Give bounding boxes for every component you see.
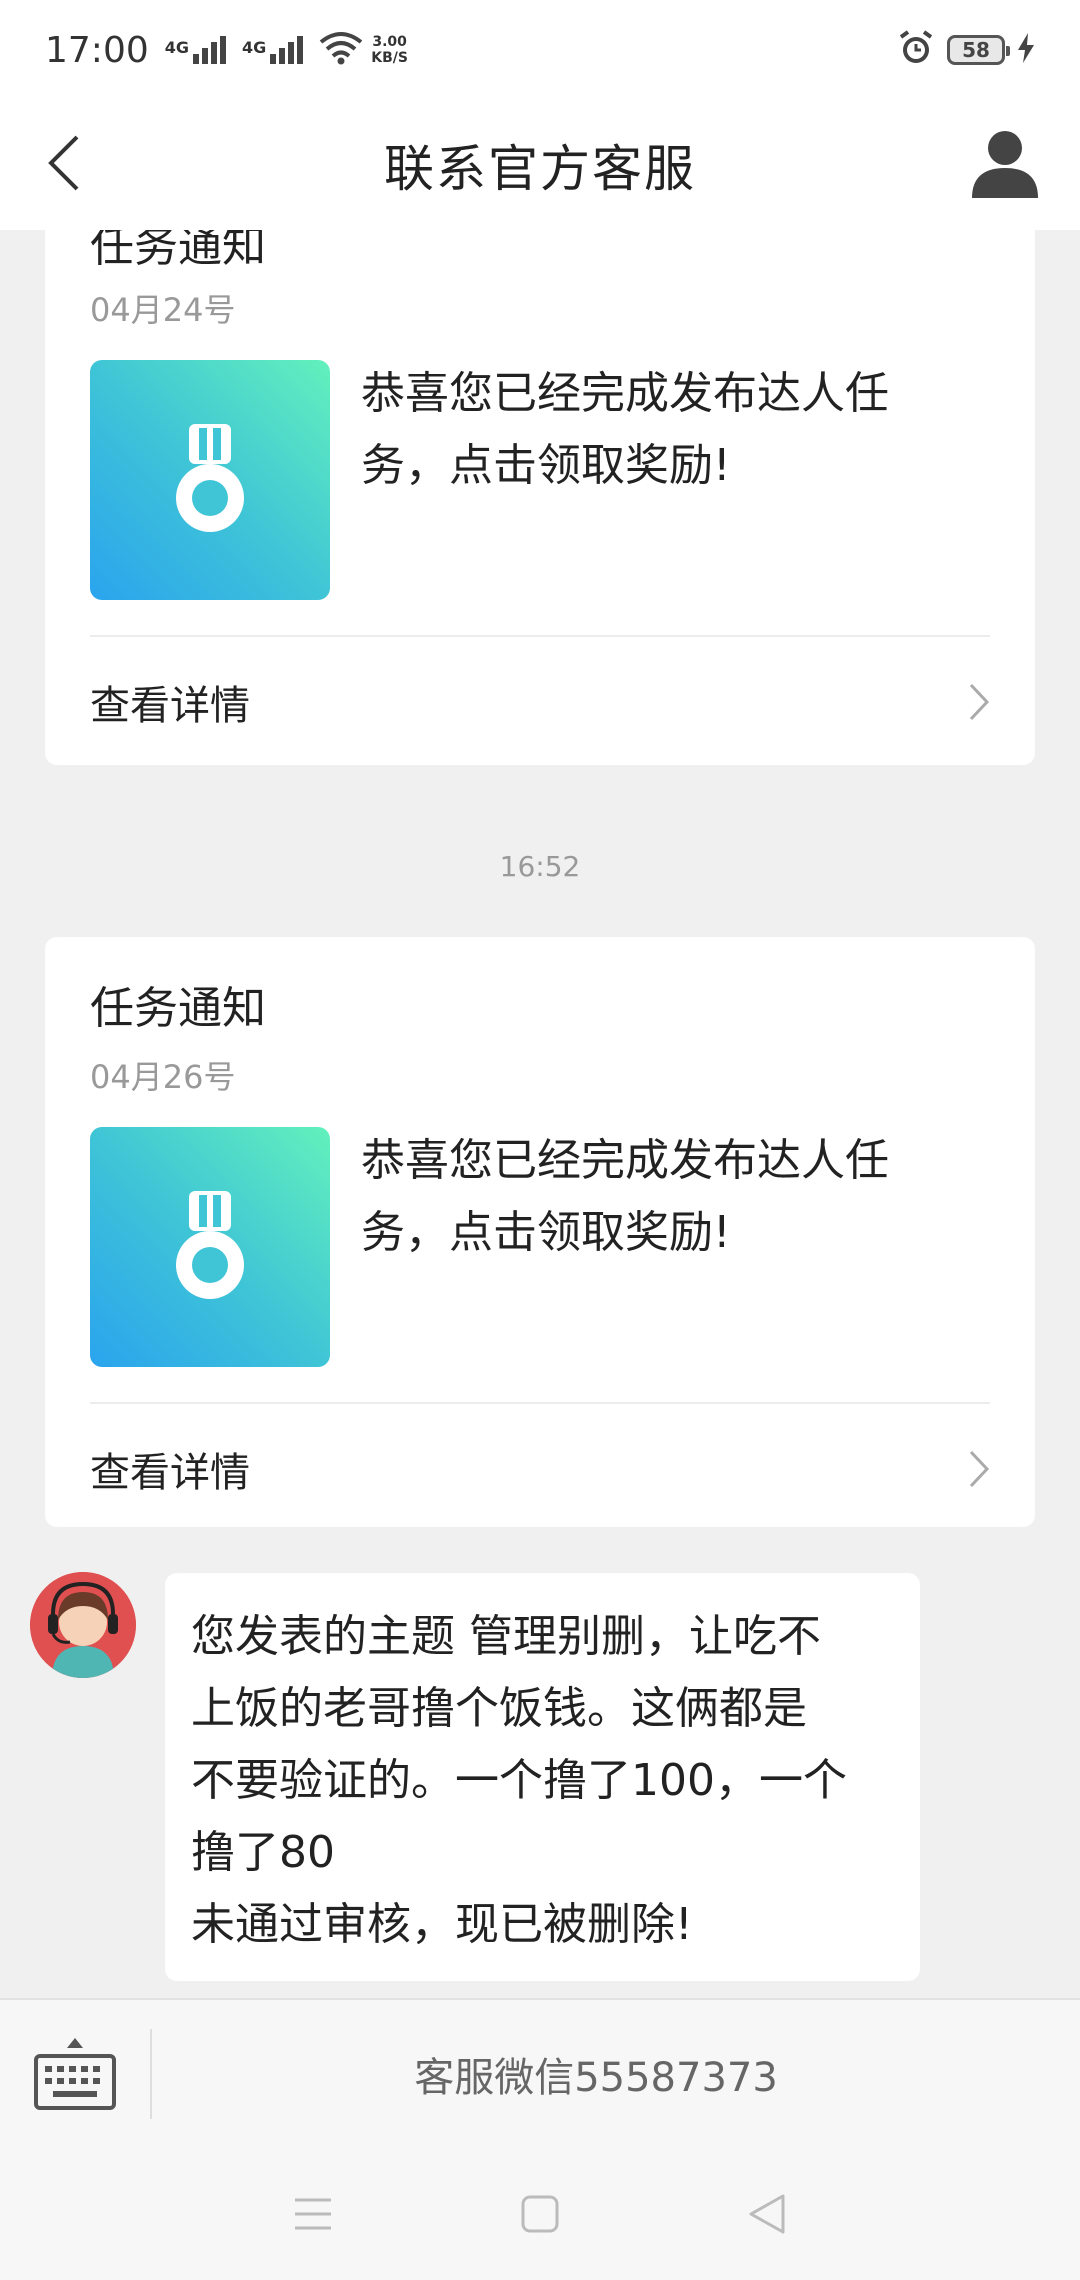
view-details-row[interactable]: 查看详情	[45, 637, 1035, 767]
task-notification-card[interactable]: 任务通知 04月26号 恭喜您已经完成发布达人任 务，点击领取奖励! 查看详情	[45, 937, 1035, 1527]
message-bubble[interactable]: 您发表的主题 管理别删，让吃不 上饭的老哥撸个饭钱。这俩都是 不要验证的。一个撸…	[165, 1573, 920, 1981]
nav-header: 联系官方客服	[0, 100, 1080, 230]
message-line: 撸了80	[191, 1827, 335, 1878]
medal-icon	[176, 1191, 244, 1299]
back-triangle-icon	[749, 2194, 785, 2234]
menu-icon	[295, 2198, 332, 2230]
net-speed: 3.00 KB/S	[371, 34, 408, 66]
card-desc-line: 恭喜您已经完成发布达人任	[361, 368, 889, 419]
message-line: 不要验证的。一个撸了100，一个	[191, 1755, 847, 1806]
card-desc-line: 务，点击领取奖励!	[361, 440, 731, 491]
message-line: 未通过审核，现已被删除!	[191, 1899, 693, 1950]
page-title: 联系官方客服	[384, 140, 696, 198]
chat-area[interactable]: 任务通知 04月24号 恭喜您已经完成发布达人任 务，点击领取奖励! 查看详情	[0, 230, 1080, 1998]
home-square-icon	[521, 2195, 559, 2233]
card-description: 恭喜您已经完成发布达人任 务，点击领取奖励!	[361, 1125, 981, 1269]
support-agent-icon	[30, 1572, 136, 1678]
card-date: 04月26号	[90, 1058, 236, 1096]
chevron-right-icon	[969, 1450, 990, 1488]
card-desc-line: 务，点击领取奖励!	[361, 1207, 731, 1258]
card-title: 任务通知	[90, 230, 266, 272]
signal-label: 4G	[164, 38, 190, 57]
card-thumbnail	[90, 360, 330, 600]
card-date: 04月24号	[90, 291, 236, 329]
view-details-label: 查看详情	[90, 1450, 250, 1496]
keyboard-toggle-button[interactable]	[0, 1999, 150, 2149]
nav-home-button[interactable]	[500, 2174, 580, 2254]
net-speed-unit: KB/S	[371, 50, 408, 66]
support-avatar[interactable]	[30, 1572, 136, 1678]
keyboard-icon	[34, 2038, 116, 2110]
card-desc-line: 恭喜您已经完成发布达人任	[361, 1135, 889, 1186]
time-divider: 16:52	[499, 850, 581, 883]
signal-icon: 4G	[164, 36, 227, 64]
wifi-icon	[319, 31, 363, 69]
system-nav-bar	[0, 2148, 1080, 2280]
charging-icon	[1017, 33, 1035, 67]
card-thumbnail	[90, 1127, 330, 1367]
message-line: 上饭的老哥撸个饭钱。这俩都是	[191, 1683, 807, 1734]
user-icon	[972, 131, 1038, 198]
chevron-right-icon	[969, 683, 990, 721]
signal-icon: 4G	[242, 36, 304, 64]
medal-icon	[176, 424, 244, 532]
profile-button[interactable]	[960, 118, 1050, 208]
chevron-left-icon	[48, 135, 79, 191]
nav-back-button[interactable]	[727, 2174, 807, 2254]
status-bar: 17:00 4G 4G 3.00 KB/S 58	[0, 0, 1080, 100]
back-button[interactable]	[28, 128, 98, 198]
alarm-icon	[897, 29, 935, 71]
signal-label: 4G	[242, 38, 267, 57]
net-speed-value: 3.00	[372, 34, 407, 50]
view-details-row[interactable]: 查看详情	[45, 1404, 1035, 1534]
card-title: 任务通知	[90, 983, 266, 1034]
status-time: 17:00	[45, 29, 149, 71]
battery-icon: 58	[947, 35, 1010, 65]
battery-level: 58	[962, 38, 990, 62]
task-notification-card[interactable]: 任务通知 04月24号 恭喜您已经完成发布达人任 务，点击领取奖励! 查看详情	[45, 230, 1035, 765]
nav-menu-button[interactable]	[273, 2174, 353, 2254]
customer-service-wechat[interactable]: 客服微信55587373	[152, 2045, 1080, 2103]
card-description: 恭喜您已经完成发布达人任 务，点击领取奖励!	[361, 358, 981, 502]
input-bar: 客服微信55587373	[0, 1998, 1080, 2148]
view-details-label: 查看详情	[90, 683, 250, 729]
message-line: 您发表的主题 管理别删，让吃不	[191, 1611, 821, 1662]
app-screen: 17:00 4G 4G 3.00 KB/S 58 联系官方客服 任务通知 04月…	[0, 0, 1080, 2280]
